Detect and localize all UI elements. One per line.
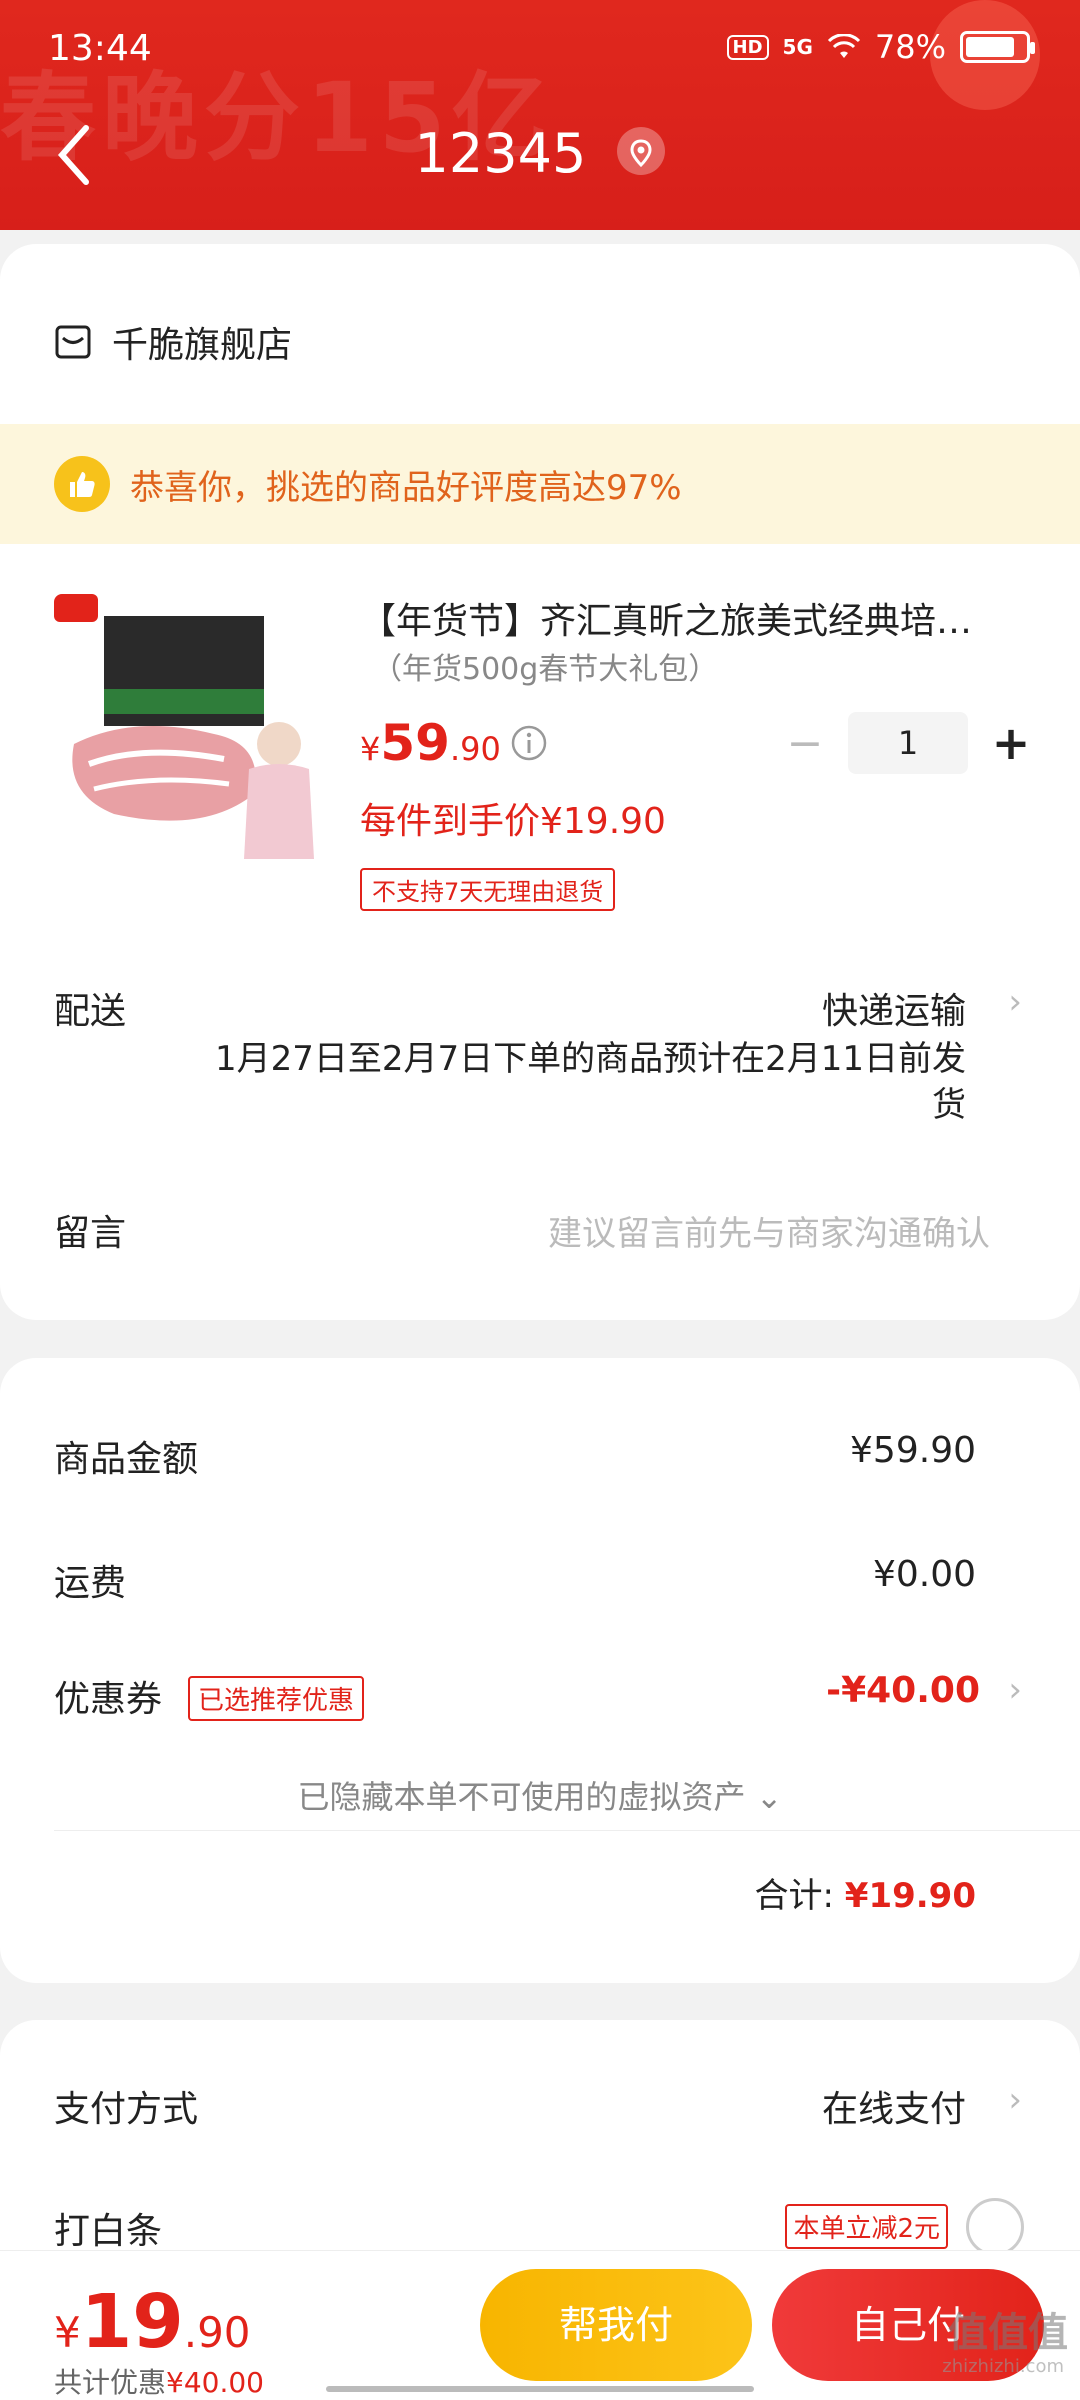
price-currency: ¥	[360, 730, 381, 768]
increase-button[interactable]: +	[986, 716, 1036, 770]
product-title[interactable]: 【年货节】齐汇真昕之旅美式经典培…	[360, 592, 1030, 644]
watermark-logo: 值值值	[948, 2310, 1068, 2356]
battery-percent: 78%	[874, 28, 946, 66]
no-return-badge: 不支持7天无理由退货	[360, 868, 616, 911]
checkout-discount: 共计优惠¥40.00	[54, 2361, 264, 2400]
baitiao-discount-tag: 本单立减2元	[785, 2204, 948, 2249]
total-value: ¥19.90	[844, 1876, 976, 1916]
help-pay-button[interactable]: 帮我付	[480, 2269, 752, 2381]
price-integer: 59	[380, 714, 450, 772]
checkout-integer: 19	[80, 2279, 184, 2365]
chevron-down-icon: ⌄	[755, 1778, 783, 1816]
home-indicator[interactable]	[326, 2386, 754, 2392]
baitiao-radio[interactable]	[966, 2198, 1024, 2256]
battery-icon	[960, 31, 1035, 63]
hd-icon: HD	[726, 34, 769, 60]
chevron-right-icon[interactable]: ›	[1008, 1670, 1022, 1710]
message-label: 留言	[54, 1213, 127, 1254]
final-price: 每件到手价¥19.90	[360, 801, 666, 842]
quantity-value[interactable]: 1	[848, 712, 968, 774]
address-title[interactable]: 12345	[0, 122, 1080, 185]
payment-method-value[interactable]: 在线支付	[822, 2080, 966, 2132]
watermark-url: zhizhizhi.com	[942, 2356, 1064, 2377]
store-icon	[55, 325, 91, 359]
shop-row[interactable]: 千脆旗舰店	[54, 316, 292, 368]
coupon-value[interactable]: -¥40.00	[826, 1670, 980, 1711]
price-summary-card: 商品金额 ¥59.90 运费 ¥0.00 优惠券 已选推荐优惠 -¥40.00 …	[0, 1358, 1080, 1983]
quantity-stepper: − 1 +	[780, 712, 1036, 774]
shop-name: 千脆旗舰店	[112, 325, 293, 366]
product-price: ¥59.90	[360, 714, 501, 772]
coupon-label: 优惠券	[54, 1679, 163, 1720]
order-total: 合计: ¥19.90	[755, 1868, 976, 1917]
header: 春晚分15亿 13:44 HD 5G 78% 12345	[0, 0, 1080, 230]
message-input[interactable]: 建议留言前先与商家沟通确认	[548, 1206, 990, 1255]
goods-amount-label: 商品金额	[54, 1439, 199, 1480]
product-sku: （年货500g春节大礼包）	[372, 652, 719, 687]
shipping-label: 运费	[54, 1563, 127, 1604]
status-icons: HD 5G 78%	[726, 28, 1035, 66]
signal-icon: 5G	[782, 35, 813, 59]
rating-text: 恭喜你，挑选的商品好评度高达97%	[130, 467, 682, 508]
discount-label: 共计优惠	[54, 2366, 167, 2399]
discount-value: ¥40.00	[166, 2366, 264, 2399]
hidden-assets-text: 已隐藏本单不可使用的虚拟资产	[297, 1778, 746, 1816]
product-image[interactable]	[54, 594, 324, 864]
checkout-price: ¥19.90	[54, 2279, 251, 2365]
chevron-right-icon[interactable]: ›	[1008, 982, 1022, 1022]
checkout-bar: ¥19.90 共计优惠¥40.00 帮我付 自己付	[0, 2250, 1080, 2400]
chevron-right-icon[interactable]: ›	[1008, 2080, 1022, 2120]
baitiao-label: 打白条	[54, 2211, 163, 2252]
address-text: 12345	[414, 122, 587, 185]
shipping-value: ¥0.00	[872, 1554, 976, 1595]
rating-banner: 恭喜你，挑选的商品好评度高达97%	[0, 424, 1080, 544]
total-label: 合计:	[754, 1876, 834, 1916]
goods-amount-value: ¥59.90	[850, 1430, 976, 1471]
price-decimal: .90	[449, 730, 501, 768]
thumbs-up-icon	[54, 456, 110, 512]
decrease-button[interactable]: −	[780, 718, 830, 769]
delivery-note: 1月27日至2月7日下单的商品预计在2月11日前发货	[214, 1039, 966, 1125]
order-card: 千脆旗舰店 恭喜你，挑选的商品好评度高达97% 【年货节】齐汇真昕之旅美式经典培…	[0, 244, 1080, 1320]
checkout-currency: ¥	[54, 2308, 81, 2357]
wifi-icon	[827, 34, 860, 58]
coupon-tag: 已选推荐优惠	[188, 1676, 365, 1721]
delivery-label: 配送	[54, 991, 127, 1032]
location-pin-icon	[617, 127, 666, 176]
status-time: 13:44	[48, 28, 152, 69]
divider	[54, 1830, 1080, 1831]
payment-method-label: 支付方式	[54, 2089, 199, 2130]
hidden-assets-toggle[interactable]: 已隐藏本单不可使用的虚拟资产 ⌄	[0, 1772, 1080, 1818]
checkout-decimal: .90	[183, 2308, 251, 2357]
info-icon[interactable]	[510, 724, 548, 762]
delivery-value[interactable]: 快递运输	[822, 982, 966, 1034]
